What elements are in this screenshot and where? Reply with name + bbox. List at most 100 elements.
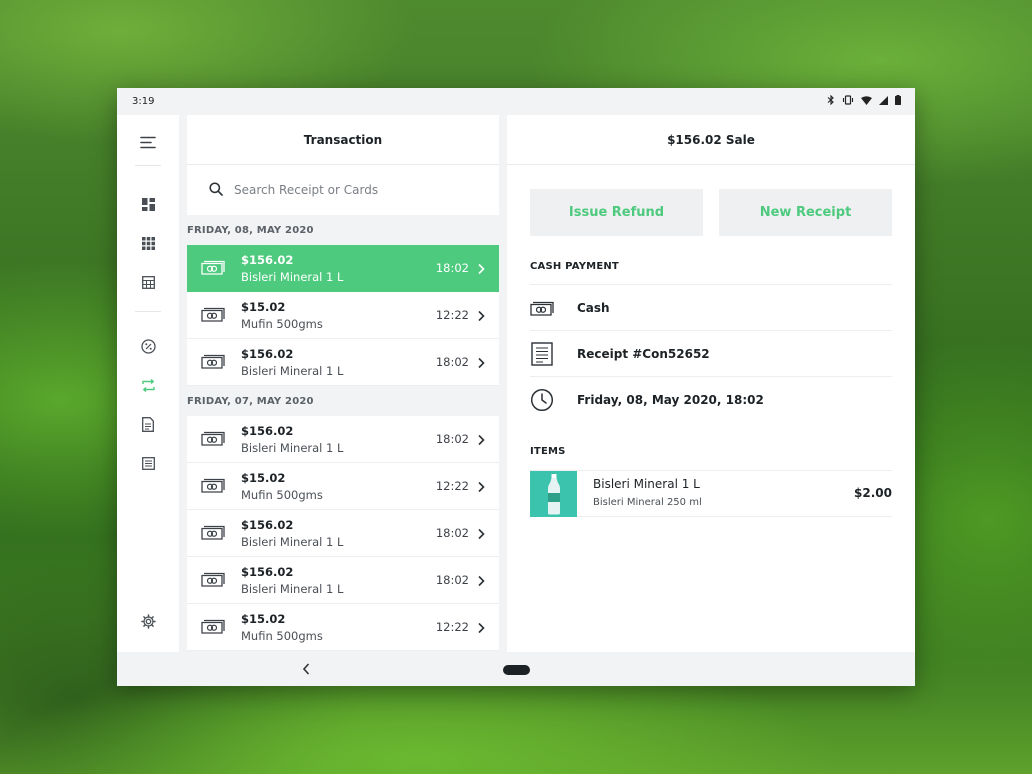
transaction-time: 18:02 [435,355,469,369]
date-header: FRIDAY, 08, MAY 2020 [187,224,314,236]
battery-icon [895,95,901,108]
transaction-time: 18:02 [435,526,469,540]
chevron-right-icon [477,260,485,279]
tablet-window: 3:19 Transaction Search Receipt or Cards… [117,88,915,686]
transaction-description: Bisleri Mineral 1 L [241,582,344,596]
status-icons [827,94,901,108]
payment-method: Cash [577,300,610,315]
transaction-amount: $156.02 [241,424,294,438]
item-variant: Bisleri Mineral 250 ml [593,497,702,508]
transaction-amount: $156.02 [241,518,294,532]
list-title: Transaction [187,115,499,165]
cash-icon [201,571,225,591]
cash-icon [201,618,225,638]
rail-divider [135,165,161,166]
vibrate-icon [842,95,854,108]
transaction-amount: $15.02 [241,471,286,485]
cash-icon [201,353,225,373]
transaction-time: 18:02 [435,261,469,275]
sale-detail-panel: $156.02 Sale Issue Refund New Receipt CA… [507,115,915,652]
item-row[interactable]: Bisleri Mineral 1 L Bisleri Mineral 250 … [530,470,892,517]
receipt-row: Receipt #Con52652 [530,330,892,376]
status-bar: 3:19 [117,88,915,115]
clock-icon [530,388,554,412]
transaction-time: 18:02 [435,573,469,587]
cash-icon [201,524,225,544]
items-section-title: ITEMS [530,446,566,457]
payment-method-row: Cash [530,284,892,330]
transaction-description: Mufin 500gms [241,629,323,643]
search-icon [209,181,223,200]
transaction-row[interactable]: $156.02 Bisleri Mineral 1 L 18:02 [187,416,499,463]
status-time: 3:19 [132,96,155,107]
cash-icon [201,306,225,326]
transaction-description: Bisleri Mineral 1 L [241,364,344,378]
transaction-row[interactable]: $156.02 Bisleri Mineral 1 L 18:02 [187,245,499,292]
sale-datetime: Friday, 08, May 2020, 18:02 [577,392,764,407]
transaction-row[interactable]: $15.02 Mufin 500gms 12:22 [187,463,499,510]
chevron-right-icon [477,354,485,373]
signal-icon [879,95,888,108]
transaction-row[interactable]: $15.02 Mufin 500gms 12:22 [187,604,499,651]
chevron-right-icon [477,478,485,497]
transaction-time: 12:22 [435,479,469,493]
transaction-amount: $156.02 [241,347,294,361]
item-price: $2.00 [854,486,892,500]
transaction-row[interactable]: $15.02 Mufin 500gms 12:22 [187,292,499,339]
transaction-description: Bisleri Mineral 1 L [241,535,344,549]
transaction-description: Bisleri Mineral 1 L [241,270,344,284]
transactions-icon[interactable] [139,376,157,394]
transaction-row[interactable]: $156.02 Bisleri Mineral 1 L 18:02 [187,510,499,557]
transaction-amount: $156.02 [241,253,294,267]
transaction-time: 12:22 [435,620,469,634]
search-input[interactable] [234,183,474,197]
chevron-right-icon [477,307,485,326]
payment-section-title: CASH PAYMENT [530,261,619,272]
home-pill[interactable] [503,665,530,675]
item-name: Bisleri Mineral 1 L [593,477,700,491]
transaction-row[interactable]: $156.02 Bisleri Mineral 1 L 18:02 [187,557,499,604]
wifi-icon [861,95,872,108]
cash-icon [201,430,225,450]
transaction-description: Mufin 500gms [241,317,323,331]
cash-icon [201,259,225,279]
chevron-right-icon [477,619,485,638]
detail-title: $156.02 Sale [507,115,915,165]
chevron-right-icon [477,525,485,544]
chevron-right-icon [477,572,485,591]
nav-rail [117,115,179,652]
apps-grid-icon[interactable] [139,234,157,252]
transaction-amount: $156.02 [241,565,294,579]
transaction-description: Bisleri Mineral 1 L [241,441,344,455]
chevron-right-icon [477,431,485,450]
transaction-row[interactable]: $156.02 Bisleri Mineral 1 L 18:02 [187,339,499,386]
transaction-amount: $15.02 [241,612,286,626]
bottle-icon [547,474,560,515]
cash-icon [530,296,554,320]
bluetooth-icon [827,94,835,108]
transaction-amount: $15.02 [241,300,286,314]
search-bar[interactable] [187,165,499,215]
datetime-row: Friday, 08, May 2020, 18:02 [530,376,892,422]
transaction-time: 12:22 [435,308,469,322]
transaction-list-panel: Transaction FRIDAY, 08, MAY 2020 $156.02… [187,115,499,652]
transaction-description: Mufin 500gms [241,488,323,502]
system-nav-bar [117,652,915,686]
document-icon[interactable] [139,415,157,433]
discount-icon[interactable] [139,337,157,355]
back-icon[interactable] [301,661,311,680]
date-header: FRIDAY, 07, MAY 2020 [187,395,314,407]
product-thumbnail [530,471,577,517]
report-icon[interactable] [139,454,157,472]
new-receipt-button[interactable]: New Receipt [719,189,892,236]
receipt-number: Receipt #Con52652 [577,346,710,361]
calculator-icon[interactable] [139,273,157,291]
cash-icon [201,477,225,497]
transaction-time: 18:02 [435,432,469,446]
dashboard-icon[interactable] [139,195,157,213]
receipt-icon [530,341,554,366]
issue-refund-button[interactable]: Issue Refund [530,189,703,236]
menu-icon[interactable] [139,133,157,151]
settings-icon[interactable] [139,612,157,630]
rail-divider [135,311,161,312]
